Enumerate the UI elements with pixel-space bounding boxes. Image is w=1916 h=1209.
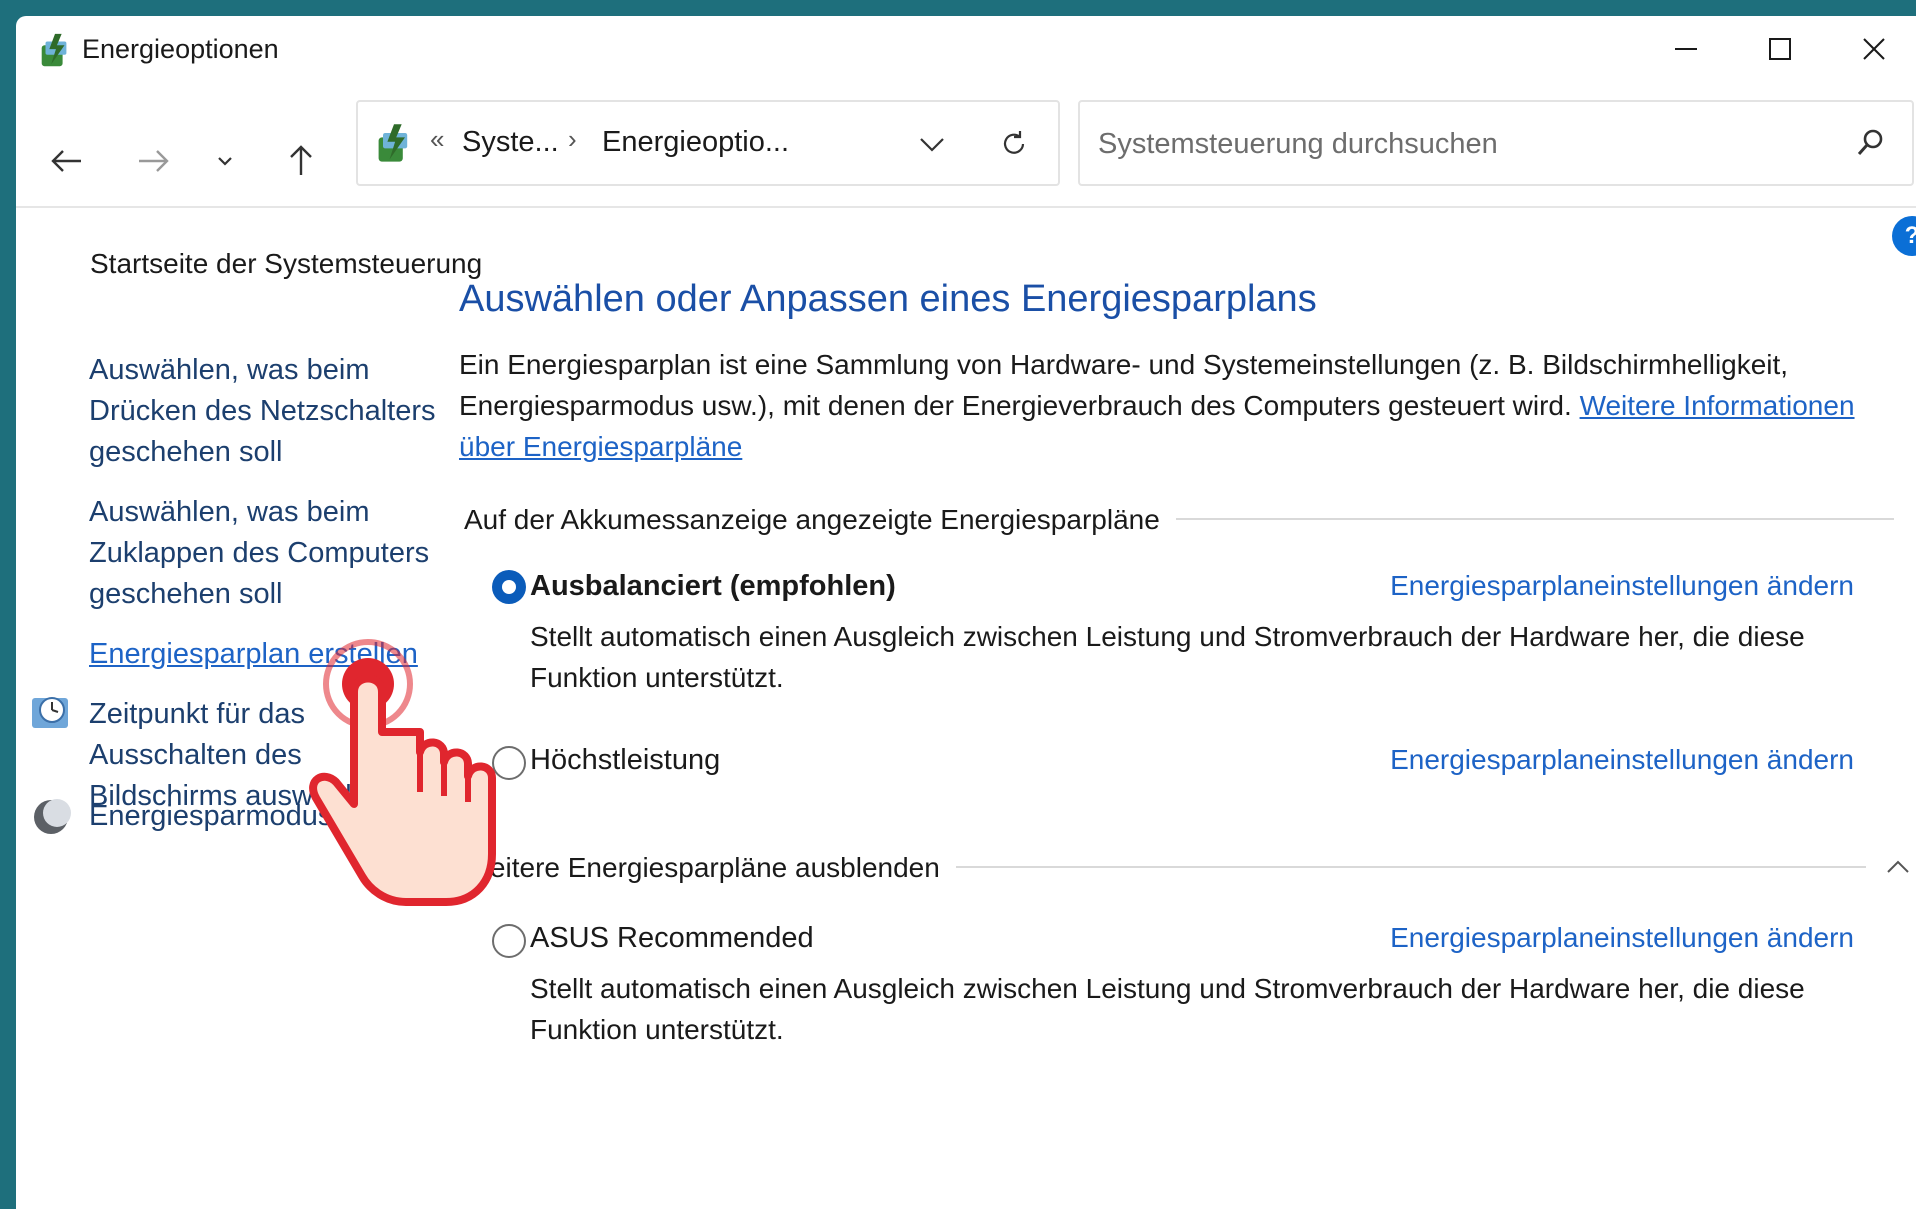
search-input[interactable]: Systemsteuerung durchsuchen — [1078, 100, 1914, 186]
chevron-down-icon — [920, 138, 944, 152]
maximize-icon — [1769, 38, 1791, 60]
plan-settings-link-asus-recommended[interactable]: Energiesparplaneinstellungen ändern — [1390, 922, 1854, 954]
plan-name-asus-recommended[interactable]: ASUS Recommended — [530, 922, 814, 955]
group-divider — [1056, 518, 1894, 520]
moon-icon — [34, 799, 71, 834]
page-title: Auswählen oder Anpassen eines Energiespa… — [459, 278, 1317, 320]
group-divider — [868, 866, 1866, 868]
forward-button[interactable] — [126, 134, 180, 188]
close-button[interactable] — [1834, 24, 1914, 74]
recent-chevron-icon — [218, 157, 232, 166]
plan-name-high-performance[interactable]: Höchstleistung — [530, 744, 720, 777]
power-options-icon — [378, 124, 408, 162]
search-icon[interactable] — [1850, 124, 1890, 164]
group-title-battery-plans: Auf der Akkumessanzeige angezeigte Energ… — [464, 504, 1176, 536]
window-title: Energieoptionen — [82, 34, 279, 64]
group-title-hide-plans[interactable]: Weitere Energiesparpläne ausblenden — [464, 852, 956, 884]
collapse-chevron-icon[interactable] — [1882, 852, 1914, 884]
address-dropdown-button[interactable] — [912, 124, 952, 164]
minimize-icon — [1675, 48, 1697, 50]
refresh-icon — [1003, 131, 1025, 154]
clock-icon — [32, 697, 68, 728]
breadcrumb-power-options[interactable]: Energieoptio... — [602, 126, 789, 159]
breadcrumb-separator[interactable]: › — [568, 124, 577, 155]
maximize-button[interactable] — [1740, 24, 1820, 74]
forward-arrow-icon — [139, 150, 169, 172]
up-arrow-icon — [290, 145, 312, 175]
plan-settings-link-balanced[interactable]: Energiesparplaneinstellungen ändern — [1390, 570, 1854, 602]
energy-options-window: Energieoptionen « Syste... › Energieopti… — [16, 16, 1916, 1209]
search-placeholder: Systemsteuerung durchsuchen — [1098, 128, 1498, 160]
sidebar-home-link[interactable]: Startseite der Systemsteuerung — [90, 248, 482, 280]
power-options-icon — [41, 33, 67, 67]
title-bar: Energieoptionen — [16, 16, 1916, 82]
back-button[interactable] — [40, 134, 94, 188]
plan-radio-balanced[interactable] — [492, 570, 526, 604]
sidebar-link-lid-close[interactable]: Auswählen, was beim Zuklappen des Comput… — [89, 492, 449, 615]
refresh-button[interactable] — [994, 124, 1034, 164]
pointer-hand-icon — [309, 639, 496, 906]
intro-text: Ein Energiesparplan ist eine Sammlung vo… — [459, 344, 1889, 467]
plan-radio-asus-recommended[interactable] — [492, 924, 526, 958]
address-bar[interactable]: « Syste... › Energieoptio... — [356, 100, 1060, 186]
sidebar-link-power-button[interactable]: Auswählen, was beim Drücken des Netzscha… — [89, 350, 449, 473]
plan-desc-asus-recommended: Stellt automatisch einen Ausgleich zwisc… — [530, 973, 1805, 1045]
minimize-button[interactable] — [1646, 24, 1726, 74]
back-arrow-icon — [51, 150, 81, 172]
plan-name-balanced[interactable]: Ausbalanciert (empfohlen) — [530, 570, 896, 603]
breadcrumb-overflow[interactable]: « — [430, 124, 444, 155]
plan-desc-balanced: Stellt automatisch einen Ausgleich zwisc… — [530, 621, 1805, 693]
recent-locations-button[interactable] — [198, 134, 252, 188]
help-button[interactable]: ? — [1892, 216, 1916, 256]
breadcrumb-control-panel[interactable]: Syste... — [462, 126, 559, 159]
plan-settings-link-high-performance[interactable]: Energiesparplaneinstellungen ändern — [1390, 744, 1854, 776]
up-button[interactable] — [274, 134, 328, 188]
close-icon — [1863, 38, 1885, 60]
toolbar-divider — [16, 206, 1916, 208]
